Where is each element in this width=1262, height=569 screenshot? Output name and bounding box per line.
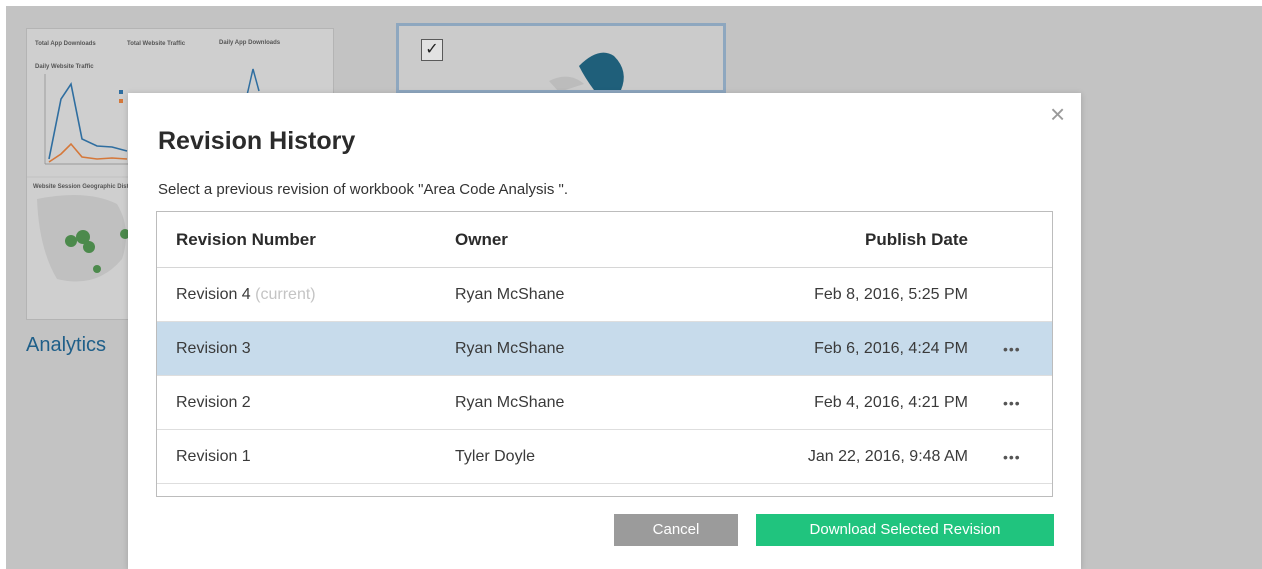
map-preview-graphic (549, 52, 624, 90)
table-row[interactable]: Revision 4 (current) Ryan McShane Feb 8,… (157, 268, 1052, 322)
table-header: Revision Number Owner Publish Date (157, 212, 1052, 268)
revision-label: Revision 4 (176, 286, 251, 303)
column-header-revision[interactable]: Revision Number (176, 212, 316, 268)
table-row[interactable]: Revision 2 Ryan McShane Feb 4, 2016, 4:2… (157, 376, 1052, 430)
owner-cell: Ryan McShane (455, 286, 565, 303)
current-tag: (current) (255, 286, 316, 303)
table-row-selected[interactable]: Revision 3 Ryan McShane Feb 6, 2016, 4:2… (157, 322, 1052, 376)
publish-date-cell: Feb 6, 2016, 4:24 PM (814, 340, 968, 357)
owner-cell: Ryan McShane (455, 394, 565, 411)
column-header-publish-date[interactable]: Publish Date (865, 212, 968, 268)
workbook-thumbnail-selected[interactable]: ✓ (396, 23, 726, 93)
table-row[interactable]: Revision 1 Tyler Doyle Jan 22, 2016, 9:4… (157, 430, 1052, 484)
revision-table: Revision Number Owner Publish Date Revis… (156, 211, 1053, 497)
owner-cell: Tyler Doyle (455, 448, 536, 465)
publish-date-cell: Feb 8, 2016, 5:25 PM (814, 286, 968, 303)
dialog-subtitle: Select a previous revision of workbook "… (158, 181, 569, 198)
revision-cell: Revision 2 (176, 394, 251, 411)
more-actions-icon[interactable]: ••• (1003, 430, 1021, 484)
owner-cell: Ryan McShane (455, 340, 565, 357)
download-selected-revision-button[interactable]: Download Selected Revision (756, 514, 1054, 546)
publish-date-cell: Jan 22, 2016, 9:48 AM (807, 448, 968, 465)
workbook-link-analytics[interactable]: Analytics (26, 334, 106, 357)
cancel-button[interactable]: Cancel (614, 514, 738, 546)
column-header-owner[interactable]: Owner (455, 212, 508, 268)
publish-date-cell: Feb 4, 2016, 4:21 PM (814, 394, 968, 411)
revision-cell: Revision 1 (176, 448, 251, 465)
more-actions-icon[interactable]: ••• (1003, 376, 1021, 430)
dialog-title: Revision History (158, 127, 356, 155)
revision-cell: Revision 4 (current) (176, 268, 316, 322)
revision-cell: Revision 3 (176, 340, 251, 357)
more-actions-icon[interactable]: ••• (1003, 322, 1021, 376)
revision-history-dialog: × Revision History Select a previous rev… (128, 93, 1081, 569)
close-icon[interactable]: × (1050, 101, 1065, 127)
